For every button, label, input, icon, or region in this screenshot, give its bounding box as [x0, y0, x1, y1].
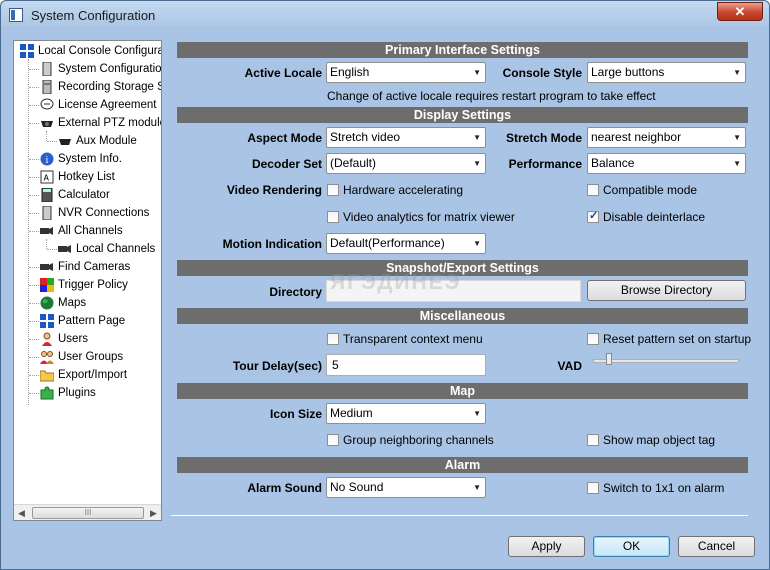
decoder-set-label: Decoder Set [251, 157, 322, 171]
tree-item-label: System Configuration [58, 63, 162, 75]
tree-item-label: Plugins [58, 387, 96, 399]
active-locale-label: Active Locale [244, 66, 322, 80]
vad-slider-track[interactable] [593, 359, 739, 363]
tree-item-label: NVR Connections [58, 207, 150, 219]
tree-item-label: Calculator [58, 189, 110, 201]
chevron-down-icon: ▼ [733, 159, 741, 168]
stretch-mode-select[interactable]: nearest neighbor ▼ [587, 127, 746, 148]
puzzle-icon [40, 386, 54, 400]
folder-icon [39, 368, 55, 382]
display-header: Display Settings [177, 107, 748, 123]
icon-size-select[interactable]: Medium ▼ [326, 403, 486, 424]
tree-item-label: Hotkey List [58, 171, 115, 183]
aux-icon [58, 134, 72, 148]
aspect-mode-label: Aspect Mode [247, 131, 322, 145]
snapshot-header: Snapshot/Export Settings [177, 260, 748, 276]
console-style-select[interactable]: Large buttons ▼ [587, 62, 746, 83]
map-header: Map [177, 383, 748, 399]
tree-item-label: Users [58, 333, 89, 345]
stretch-mode-label: Stretch Mode [505, 131, 582, 145]
cancel-button[interactable]: Cancel [678, 536, 755, 557]
ptz-icon [40, 116, 54, 130]
window-title: System Configuration [31, 8, 156, 23]
scroll-left-icon[interactable]: ◀ [18, 508, 25, 519]
apply-button[interactable]: Apply [508, 536, 585, 557]
svg-text:i: i [46, 156, 49, 166]
hotkey-icon: A [40, 170, 54, 184]
chevron-down-icon: ▼ [733, 68, 741, 77]
footer-separator [171, 515, 748, 516]
tree-item-label: All Channels [58, 225, 123, 237]
nvr-icon [40, 205, 54, 221]
console-style-label: Console Style [502, 66, 582, 80]
video-rendering-label: Video Rendering [226, 183, 322, 197]
tree-item-label: Trigger Policy [58, 279, 128, 291]
tree-item-label: Aux Module [76, 135, 137, 147]
vad-label: VAD [557, 359, 582, 373]
scroll-right-icon[interactable]: ▶ [150, 508, 157, 519]
tree-item-label: License Agreement [58, 99, 157, 111]
tree-item-label: User Groups [58, 351, 124, 363]
directory-label: Directory [269, 285, 322, 299]
icon-size-label: Icon Size [269, 407, 322, 421]
vad-slider-thumb[interactable] [605, 353, 612, 365]
decoder-set-select[interactable]: (Default) ▼ [326, 153, 486, 174]
locale-restart-note: Change of active locale requires restart… [327, 89, 656, 103]
storage-icon [40, 79, 54, 95]
chevron-down-icon: ▼ [473, 133, 481, 142]
camera-icon [40, 224, 54, 238]
scroll-thumb[interactable]: III [32, 507, 144, 519]
license-icon [40, 98, 54, 112]
tree-item-label: External PTZ module [58, 117, 162, 129]
tree-item-label: Find Cameras [58, 261, 131, 273]
alarm-sound-select[interactable]: No Sound ▼ [326, 477, 486, 498]
grid-icon [20, 44, 34, 58]
tree-item-label: System Info. [58, 153, 122, 165]
info-icon: i [40, 152, 54, 166]
navigation-tree[interactable]: Local Console Configurati System Configu… [13, 40, 162, 521]
misc-header: Miscellaneous [177, 308, 748, 324]
browse-directory-button[interactable]: Browse Directory [587, 280, 746, 301]
motion-indication-label: Motion Indication [222, 237, 322, 251]
motion-indication-select[interactable]: Default(Performance) ▼ [326, 233, 486, 254]
trigger-icon [40, 278, 54, 292]
tour-delay-field[interactable]: 5 [326, 354, 486, 376]
chevron-down-icon: ▼ [473, 409, 481, 418]
tour-delay-label: Tour Delay(sec) [232, 359, 322, 373]
app-icon [9, 8, 23, 22]
svg-text:A: A [44, 174, 50, 183]
ok-button[interactable]: OK [593, 536, 670, 557]
tree-item-label: Recording Storage Se [58, 81, 162, 93]
tree-item-label: Maps [58, 297, 87, 309]
tree-item-label: Pattern Page [58, 315, 126, 327]
tree-root-label: Local Console Configurati [38, 45, 162, 57]
primary-header: Primary Interface Settings [177, 42, 748, 58]
user-group-icon [40, 350, 54, 364]
chevron-down-icon: ▼ [473, 68, 481, 77]
chevron-down-icon: ▼ [473, 483, 481, 492]
active-locale-select[interactable]: English ▼ [326, 62, 486, 83]
watermark: ЯГЭДИНЕЭ [330, 271, 462, 294]
alarm-sound-label: Alarm Sound [247, 481, 322, 495]
tree-horizontal-scrollbar[interactable]: ◀ III ▶ [14, 504, 161, 520]
aspect-mode-select[interactable]: Stretch video ▼ [326, 127, 486, 148]
alarm-header: Alarm [177, 457, 748, 473]
tree-item-label: Export/Import [58, 369, 128, 381]
chevron-down-icon: ▼ [473, 239, 481, 248]
tree-item-label: Local Channels [76, 243, 156, 255]
system-icon [40, 61, 54, 77]
find-camera-icon [40, 260, 54, 274]
camera-icon [58, 242, 72, 256]
chevron-down-icon: ▼ [473, 159, 481, 168]
calculator-icon [40, 187, 54, 203]
close-button[interactable]: ✕ [717, 2, 763, 21]
performance-select[interactable]: Balance ▼ [587, 153, 746, 174]
globe-icon [40, 296, 54, 310]
user-icon [40, 332, 54, 346]
title-bar[interactable]: System Configuration ✕ [1, 1, 769, 30]
chevron-down-icon: ▼ [733, 133, 741, 142]
performance-label: Performance [508, 157, 582, 171]
pattern-icon [40, 314, 54, 328]
